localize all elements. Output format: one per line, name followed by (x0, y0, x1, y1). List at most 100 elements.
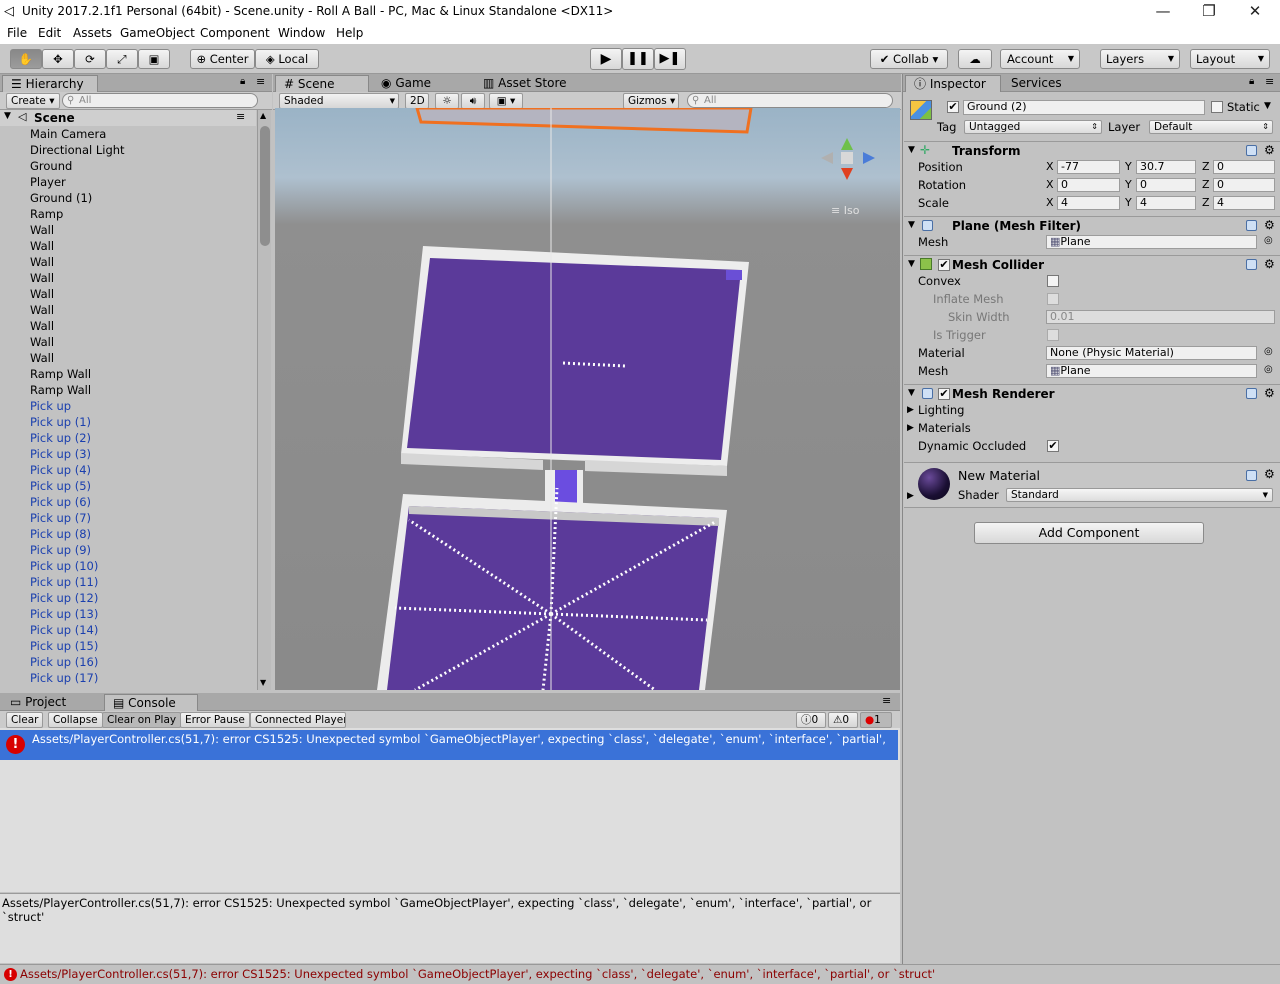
create-dropdown[interactable]: Create ▾ (6, 93, 60, 109)
rotation-x-field[interactable]: 0 (1057, 178, 1120, 192)
collider-material-field[interactable]: None (Physic Material) (1046, 346, 1257, 360)
scroll-down-arrow[interactable]: ▼ (260, 678, 266, 687)
hierarchy-item[interactable]: Pick up (30, 398, 71, 414)
rotation-y-label[interactable]: Y (1125, 178, 1132, 191)
pivot-local-toggle[interactable]: ◈ Local (255, 49, 319, 69)
mesh-filter-header[interactable]: ▼ Plane (Mesh Filter) ⚙ (904, 216, 1280, 234)
play-button[interactable]: ▶ (590, 48, 622, 70)
hierarchy-item[interactable]: Pick up (1) (30, 414, 91, 430)
hierarchy-item[interactable]: Pick up (7) (30, 510, 91, 526)
hierarchy-item[interactable]: Pick up (2) (30, 430, 91, 446)
mesh-renderer-enabled-checkbox[interactable]: ✔ (938, 388, 950, 400)
minimize-button[interactable]: — (1148, 2, 1178, 20)
close-button[interactable]: ✕ (1240, 2, 1270, 20)
hierarchy-item[interactable]: Ground (30, 158, 72, 174)
object-picker-icon[interactable]: ◎ (1264, 364, 1273, 375)
hierarchy-item[interactable]: Wall (30, 350, 54, 366)
expand-arrow-icon[interactable]: ▶ (907, 405, 914, 415)
rotation-y-field[interactable]: 0 (1136, 178, 1196, 192)
tab-inspector[interactable]: ⓘ Inspector (905, 75, 1001, 92)
scale-y-label[interactable]: Y (1125, 196, 1132, 209)
menu-help[interactable]: Help (336, 26, 363, 40)
scene-viewport[interactable]: ≡ Iso (275, 108, 900, 690)
mesh-collider-enabled-checkbox[interactable]: ✔ (938, 259, 950, 271)
menu-icon[interactable]: ≡ (236, 110, 245, 123)
hierarchy-item[interactable]: Player (30, 174, 66, 190)
hierarchy-item[interactable]: Wall (30, 286, 54, 302)
effects-dropdown[interactable]: ▣ ▾ (489, 93, 523, 109)
scene-root-row[interactable]: ▼ ◁ Scene ≡ (0, 110, 256, 126)
hierarchy-item[interactable]: Pick up (4) (30, 462, 91, 478)
lighting-foldout[interactable]: Lighting (918, 403, 964, 417)
hierarchy-item[interactable]: Pick up (6) (30, 494, 91, 510)
menu-file[interactable]: File (7, 26, 27, 40)
add-component-button[interactable]: Add Component (974, 522, 1204, 544)
object-name-input[interactable]: Ground (2) (963, 100, 1205, 115)
position-y-field[interactable]: 30.7 (1136, 160, 1196, 174)
clear-button[interactable]: Clear (6, 712, 44, 728)
menu-icon[interactable]: ≡ (882, 694, 891, 707)
convex-checkbox[interactable] (1047, 275, 1059, 287)
menu-assets[interactable]: Assets (73, 26, 112, 40)
scene-search-input[interactable]: ⚲ All (687, 93, 893, 108)
hierarchy-item[interactable]: Ground (1) (30, 190, 92, 206)
lock-icon[interactable]: 🔒︎ (1249, 76, 1254, 87)
hierarchy-item[interactable]: Wall (30, 318, 54, 334)
scrollbar-thumb[interactable] (260, 126, 270, 246)
hierarchy-item[interactable]: Pick up (14) (30, 622, 98, 638)
collab-button[interactable]: ✔ Collab ▾ (870, 49, 948, 69)
scale-z-field[interactable]: 4 (1213, 196, 1275, 210)
hierarchy-item[interactable]: Pick up (10) (30, 558, 98, 574)
tag-dropdown[interactable]: Untagged ⇕ (964, 120, 1102, 134)
transform-header[interactable]: ▼ ✛ Transform ⚙ (904, 141, 1280, 159)
menu-window[interactable]: Window (278, 26, 325, 40)
hierarchy-item[interactable]: Pick up (17) (30, 670, 98, 686)
hierarchy-search-input[interactable]: ⚲ All (62, 93, 258, 108)
tab-asset-store[interactable]: ▥ Asset Store (475, 75, 575, 92)
static-checkbox[interactable] (1211, 101, 1223, 113)
hierarchy-item[interactable]: Wall (30, 222, 54, 238)
log-count-toggle[interactable]: ⓘ0 (796, 712, 826, 728)
scale-tool-button[interactable]: ⤢ (106, 49, 138, 69)
menu-icon[interactable]: ≡ (1265, 75, 1274, 88)
status-bar[interactable]: ! Assets/PlayerController.cs(51,7): erro… (0, 964, 1280, 984)
tab-console[interactable]: ▤ Console (104, 694, 198, 711)
lock-icon[interactable]: 🔒︎ (240, 76, 245, 87)
hierarchy-item[interactable]: Pick up (11) (30, 574, 98, 590)
help-icon[interactable] (1246, 145, 1257, 156)
materials-foldout[interactable]: Materials (918, 421, 971, 435)
hierarchy-item[interactable]: Wall (30, 302, 54, 318)
help-icon[interactable] (1246, 220, 1257, 231)
move-tool-button[interactable]: ✥ (42, 49, 74, 69)
error-pause-toggle[interactable]: Error Pause (180, 712, 250, 728)
hierarchy-item[interactable]: Wall (30, 334, 54, 350)
hierarchy-item[interactable]: Wall (30, 238, 54, 254)
hierarchy-item[interactable]: Pick up (5) (30, 478, 91, 494)
hierarchy-item[interactable]: Ramp Wall (30, 366, 91, 382)
error-count-toggle[interactable]: ●1 (860, 712, 892, 728)
help-icon[interactable] (1246, 388, 1257, 399)
position-z-field[interactable]: 0 (1213, 160, 1275, 174)
warning-count-toggle[interactable]: ⚠0 (828, 712, 858, 728)
layer-dropdown[interactable]: Default ⇕ (1149, 120, 1273, 134)
maximize-button[interactable]: ❐ (1194, 2, 1224, 20)
gear-icon[interactable]: ⚙ (1264, 257, 1275, 271)
dynamic-occluded-checkbox[interactable]: ✔ (1047, 440, 1059, 452)
pivot-center-toggle[interactable]: ⊕ Center (190, 49, 255, 69)
expand-arrow-icon[interactable]: ▶ (907, 491, 914, 501)
gear-icon[interactable]: ⚙ (1264, 143, 1275, 157)
hierarchy-scrollbar[interactable]: ▲ ▼ (257, 110, 271, 690)
connected-player-dropdown[interactable]: Connected Player (250, 712, 346, 728)
tab-project[interactable]: ▭ Project (2, 694, 74, 711)
menu-icon[interactable]: ≡ (256, 75, 265, 88)
hierarchy-item[interactable]: Directional Light (30, 142, 125, 158)
shader-dropdown[interactable]: Standard ▼ (1006, 488, 1273, 502)
hierarchy-item[interactable]: Pick up (16) (30, 654, 98, 670)
position-z-label[interactable]: Z (1202, 160, 1210, 173)
rotation-z-field[interactable]: 0 (1213, 178, 1275, 192)
tab-scene[interactable]: # Scene (275, 75, 369, 92)
rotate-tool-button[interactable]: ⟳ (74, 49, 106, 69)
step-button[interactable]: ▶❚ (654, 48, 686, 70)
scale-x-field[interactable]: 4 (1057, 196, 1120, 210)
position-y-label[interactable]: Y (1125, 160, 1132, 173)
